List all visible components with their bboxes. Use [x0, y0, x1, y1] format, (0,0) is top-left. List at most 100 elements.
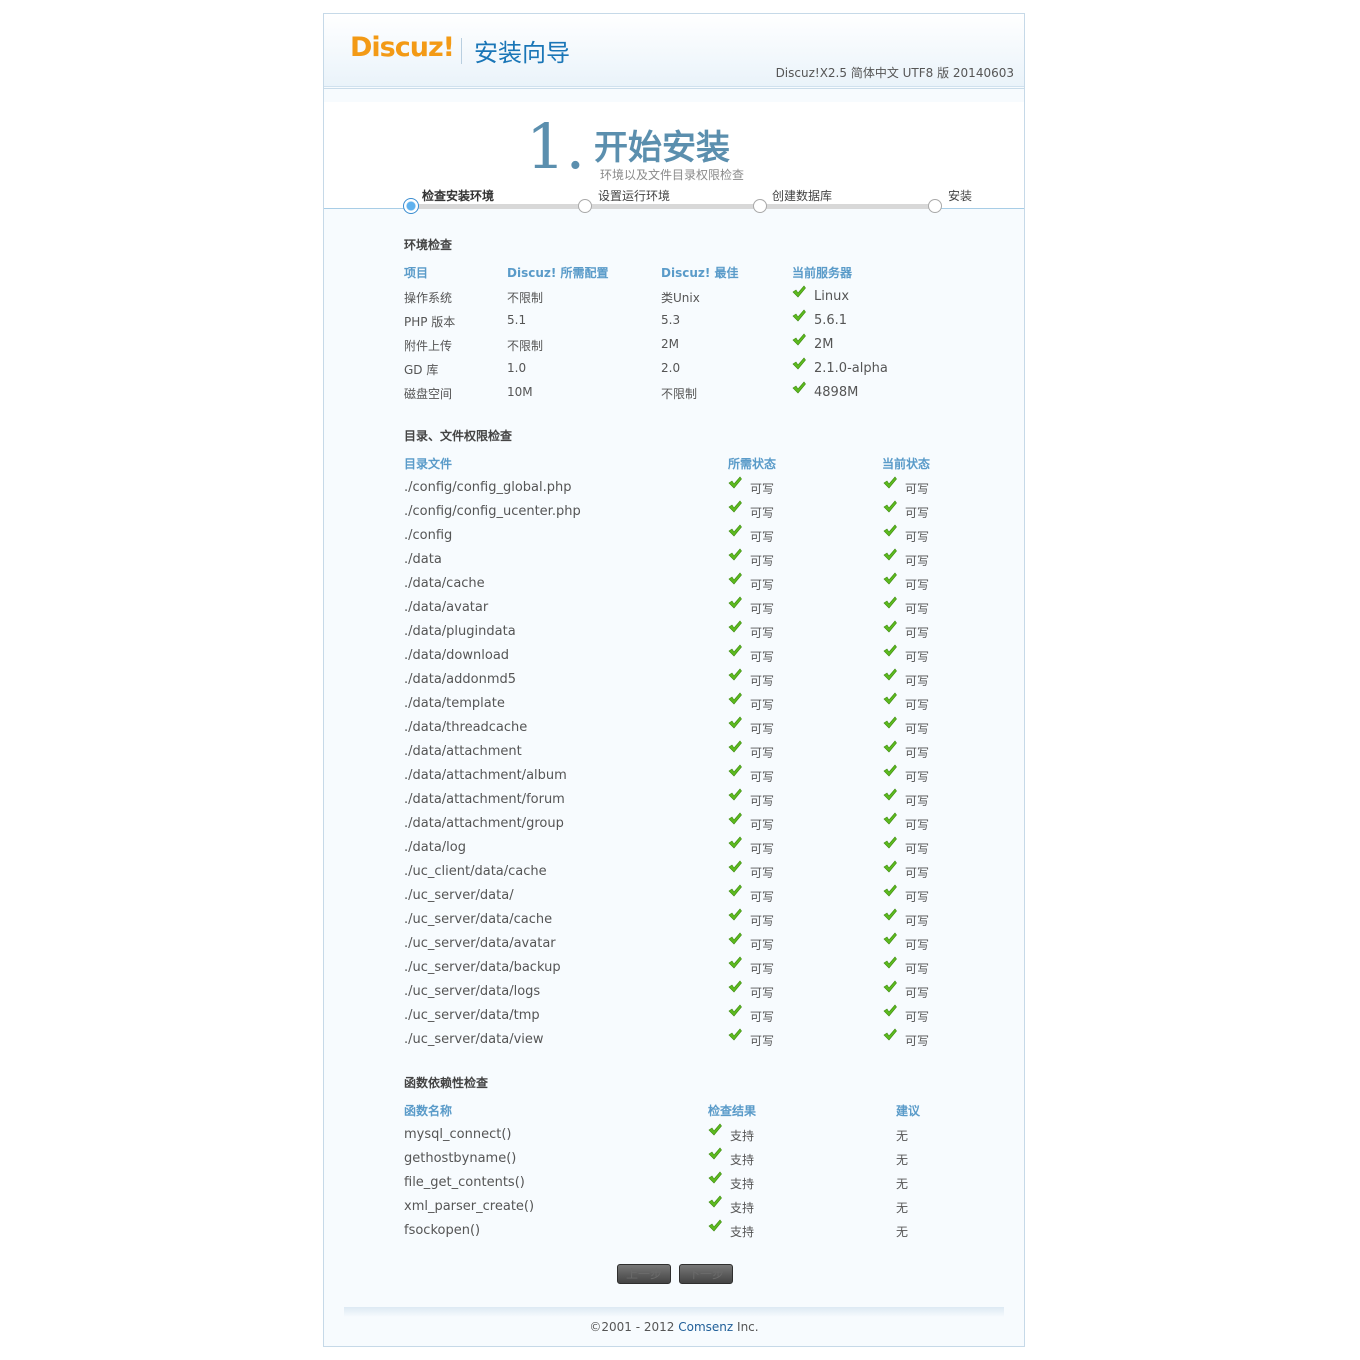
dir-path-cell: ./data/download: [404, 648, 510, 663]
dir-required-status: 可写: [750, 674, 775, 688]
dir-required-status: 可写: [750, 1010, 775, 1024]
check-icon: [728, 932, 742, 945]
check-icon: [728, 836, 742, 849]
dir-col-required: 所需状态: [728, 457, 777, 471]
check-icon: [728, 548, 742, 561]
dir-path-cell: ./uc_server/data/backup: [404, 960, 561, 975]
check-icon: [728, 644, 742, 657]
step-description: 环境以及文件目录权限检查: [600, 168, 745, 182]
env-best-cell: 类Unix: [661, 291, 700, 305]
progress-label-3: 创建数据库: [772, 189, 833, 203]
dir-current-status: 可写: [905, 530, 930, 544]
check-icon: [883, 908, 897, 921]
check-icon: [883, 980, 897, 993]
dir-path-cell: ./config/config_ucenter.php: [404, 504, 581, 519]
company-link[interactable]: Comsenz: [678, 1320, 733, 1334]
dir-path-cell: ./data/log: [404, 840, 466, 855]
dir-current-status: 可写: [905, 986, 930, 1000]
func-check-title: 函数依赖性检查: [404, 1076, 489, 1090]
check-icon: [792, 357, 806, 370]
header: Discuz! 安装向导 Discuz!X2.5 简体中文 UTF8 版 201…: [324, 14, 1024, 89]
dir-required-status: 可写: [750, 746, 775, 760]
dir-required-status: 可写: [750, 938, 775, 952]
func-col-result: 检查结果: [708, 1104, 757, 1118]
check-icon: [883, 716, 897, 729]
func-advice-cell: 无: [896, 1201, 909, 1215]
check-icon: [883, 620, 897, 633]
env-best-cell: 不限制: [661, 387, 698, 401]
dir-required-status: 可写: [750, 962, 775, 976]
check-icon: [883, 596, 897, 609]
progress-dot-1: [403, 198, 419, 214]
step-number: 1.: [526, 110, 586, 183]
env-item-cell: 附件上传: [404, 339, 453, 353]
dir-path-cell: ./data/attachment/group: [404, 816, 564, 831]
check-icon: [728, 572, 742, 585]
dir-required-status: 可写: [750, 842, 775, 856]
check-icon: [883, 836, 897, 849]
check-icon: [792, 285, 806, 298]
dir-current-status: 可写: [905, 794, 930, 808]
dir-current-status: 可写: [905, 914, 930, 928]
dir-current-status: 可写: [905, 602, 930, 616]
dir-required-status: 可写: [750, 602, 775, 616]
dir-path-cell: ./data/attachment: [404, 744, 522, 759]
dir-path-cell: ./uc_server/data/view: [404, 1032, 544, 1047]
dir-col-path: 目录文件: [404, 457, 453, 471]
func-advice-cell: 无: [896, 1129, 909, 1143]
env-item-cell: 操作系统: [404, 291, 453, 305]
check-icon: [883, 572, 897, 585]
progress-label-1: 检查安装环境: [422, 189, 495, 203]
discuz-logo: Discuz!: [350, 32, 455, 63]
dir-current-status: 可写: [905, 722, 930, 736]
dir-path-cell: ./config: [404, 528, 453, 543]
env-current-cell: Linux: [814, 289, 850, 304]
next-button[interactable]: 下一步: [679, 1264, 733, 1284]
dir-col-current: 当前状态: [882, 457, 931, 471]
check-icon: [728, 692, 742, 705]
env-required-cell: 不限制: [507, 339, 544, 353]
dir-required-status: 可写: [750, 530, 775, 544]
check-icon: [792, 381, 806, 394]
check-icon: [708, 1219, 722, 1232]
func-advice-cell: 无: [896, 1177, 909, 1191]
check-icon: [883, 524, 897, 537]
check-icon: [728, 908, 742, 921]
check-icon: [708, 1147, 722, 1160]
env-current-cell: 4898M: [814, 385, 859, 400]
progress-track: [410, 204, 934, 209]
progress-label-4: 安装: [948, 189, 973, 203]
dir-current-status: 可写: [905, 890, 930, 904]
dir-current-status: 可写: [905, 698, 930, 712]
check-icon: [883, 476, 897, 489]
env-current-cell: 5.6.1: [814, 313, 848, 328]
dir-current-status: 可写: [905, 938, 930, 952]
dir-required-status: 可写: [750, 866, 775, 880]
dir-path-cell: ./data: [404, 552, 442, 567]
copyright-text: ©2001 - 2012: [589, 1320, 679, 1334]
progress-dot-4: [928, 199, 942, 213]
dir-path-cell: ./uc_client/data/cache: [404, 864, 547, 879]
func-name-cell: fsockopen(): [404, 1223, 481, 1238]
dir-current-status: 可写: [905, 962, 930, 976]
dir-current-status: 可写: [905, 1034, 930, 1048]
dir-path-cell: ./uc_server/data/tmp: [404, 1008, 540, 1023]
dir-required-status: 可写: [750, 818, 775, 832]
check-icon: [883, 740, 897, 753]
env-item-cell: PHP 版本: [404, 315, 456, 329]
dir-current-status: 可写: [905, 746, 930, 760]
check-icon: [728, 956, 742, 969]
env-required-cell: 5.1: [507, 313, 527, 327]
dir-path-cell: ./data/avatar: [404, 600, 489, 615]
dir-required-status: 可写: [750, 482, 775, 496]
func-name-cell: xml_parser_create(): [404, 1199, 535, 1214]
dir-path-cell: ./data/cache: [404, 576, 485, 591]
dir-required-status: 可写: [750, 986, 775, 1000]
dir-required-status: 可写: [750, 554, 775, 568]
check-icon: [728, 812, 742, 825]
check-icon: [728, 740, 742, 753]
env-best-cell: 2.0: [661, 361, 681, 375]
check-icon: [728, 764, 742, 777]
dir-current-status: 可写: [905, 1010, 930, 1024]
prev-button[interactable]: 上一步: [617, 1264, 671, 1284]
